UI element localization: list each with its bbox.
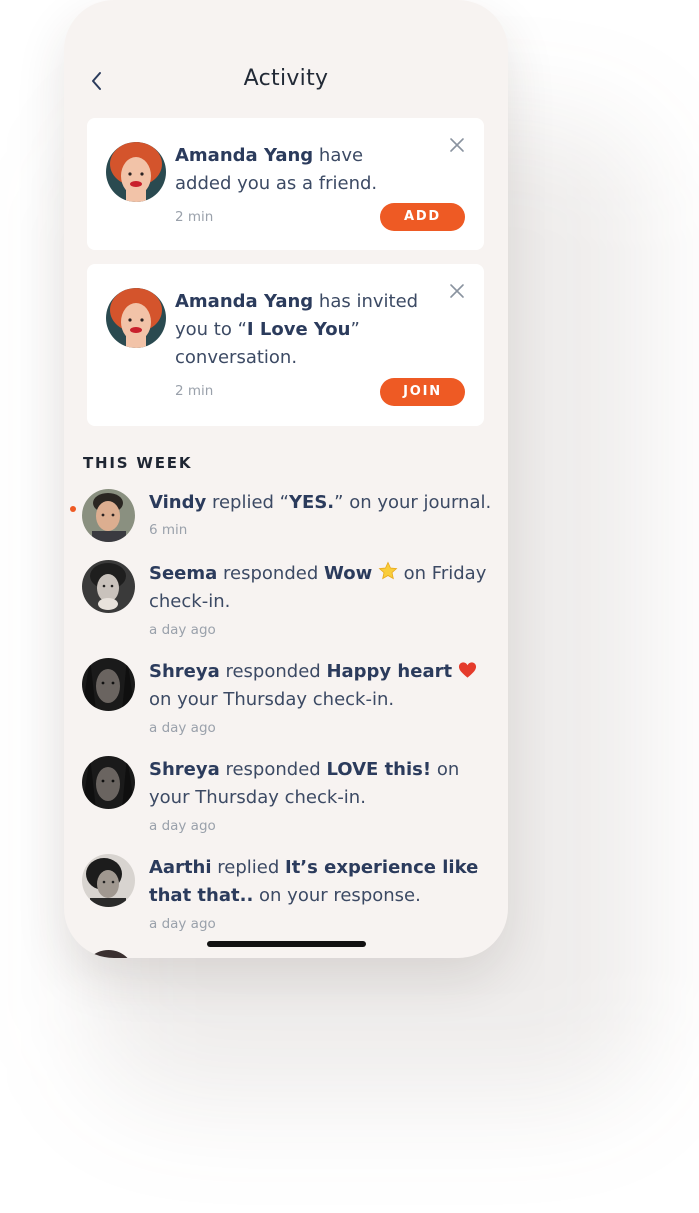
phone-screen: Activity Amanda Yang have added you as a… <box>64 0 508 958</box>
user-name[interactable]: Amanda Yang <box>175 145 313 166</box>
user-name[interactable]: Vindy <box>149 492 206 513</box>
avatar <box>82 756 135 809</box>
avatar <box>106 142 166 202</box>
timestamp: 2 min <box>175 209 214 225</box>
timestamp: a day ago <box>149 818 216 834</box>
friend-request-card: Amanda Yang have added you as a friend. … <box>87 118 484 250</box>
close-icon[interactable] <box>448 136 466 154</box>
close-icon[interactable] <box>448 282 466 300</box>
avatar <box>106 288 166 348</box>
heart-emoji-icon <box>458 662 476 678</box>
conversation-name[interactable]: I Love You <box>247 319 351 340</box>
activity-message: Seema responded Wow on Friday check-in. <box>149 561 487 612</box>
user-name[interactable]: Aarthi <box>149 857 212 878</box>
timestamp: 2 min <box>175 383 214 399</box>
timestamp: a day ago <box>149 916 216 932</box>
home-indicator <box>207 941 366 947</box>
unread-indicator <box>70 506 76 512</box>
avatar <box>82 658 135 711</box>
user-name[interactable]: Shreya <box>149 759 220 780</box>
section-title: THIS WEEK <box>83 454 193 472</box>
activity-message: Shreya responded LOVE this! on your Thur… <box>149 759 460 808</box>
conversation-invite-card: Amanda Yang has invited you to “I Love Y… <box>87 264 484 426</box>
avatar <box>82 854 135 907</box>
card-message: Amanda Yang have added you as a friend. <box>175 145 378 194</box>
add-button[interactable]: ADD <box>380 203 465 231</box>
avatar <box>82 489 135 542</box>
activity-message: Vindy replied “YES.” on your journal. <box>149 492 492 513</box>
activity-message: Aarthi replied It’s experience like that… <box>149 857 479 906</box>
avatar <box>82 560 135 613</box>
user-name[interactable]: Seema <box>149 563 217 584</box>
user-name[interactable]: Amanda Yang <box>175 291 313 312</box>
timestamp: a day ago <box>149 720 216 736</box>
star-emoji-icon <box>378 561 398 580</box>
user-name[interactable]: Shreya <box>149 661 220 682</box>
activity-message: Shreya responded Happy heart on your Thu… <box>149 658 494 714</box>
page-title: Activity <box>243 66 329 91</box>
join-button[interactable]: JOIN <box>380 378 465 406</box>
timestamp: 6 min <box>149 522 188 538</box>
card-message: Amanda Yang has invited you to “I Love Y… <box>175 291 419 368</box>
timestamp: a day ago <box>149 622 216 638</box>
